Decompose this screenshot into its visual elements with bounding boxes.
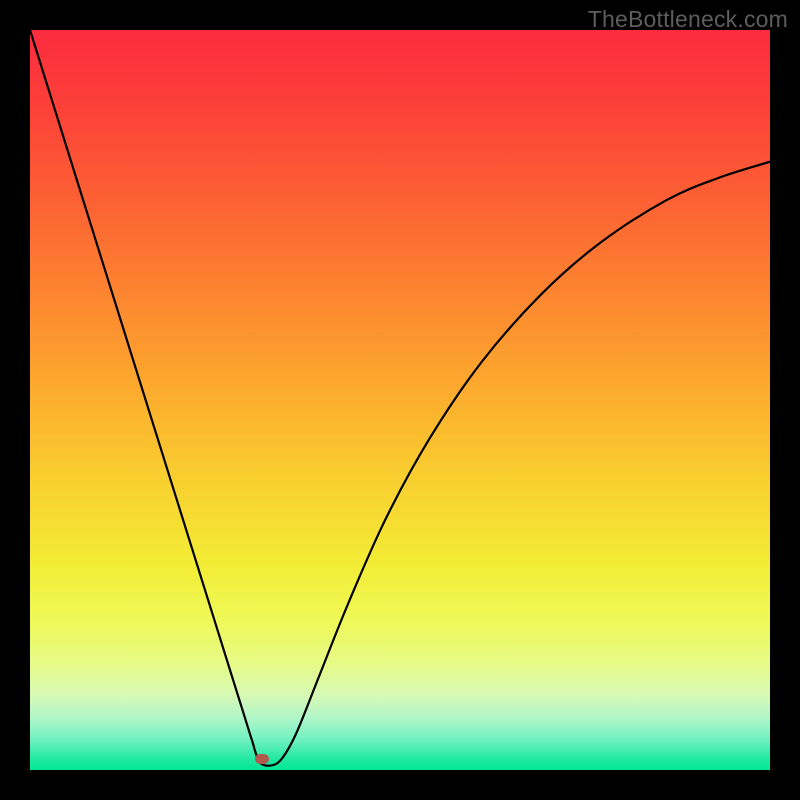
plot-area bbox=[30, 30, 770, 770]
bottleneck-curve bbox=[30, 30, 770, 770]
watermark-text: TheBottleneck.com bbox=[588, 6, 788, 33]
chart-stage: TheBottleneck.com bbox=[0, 0, 800, 800]
optimal-point-marker bbox=[255, 754, 269, 764]
